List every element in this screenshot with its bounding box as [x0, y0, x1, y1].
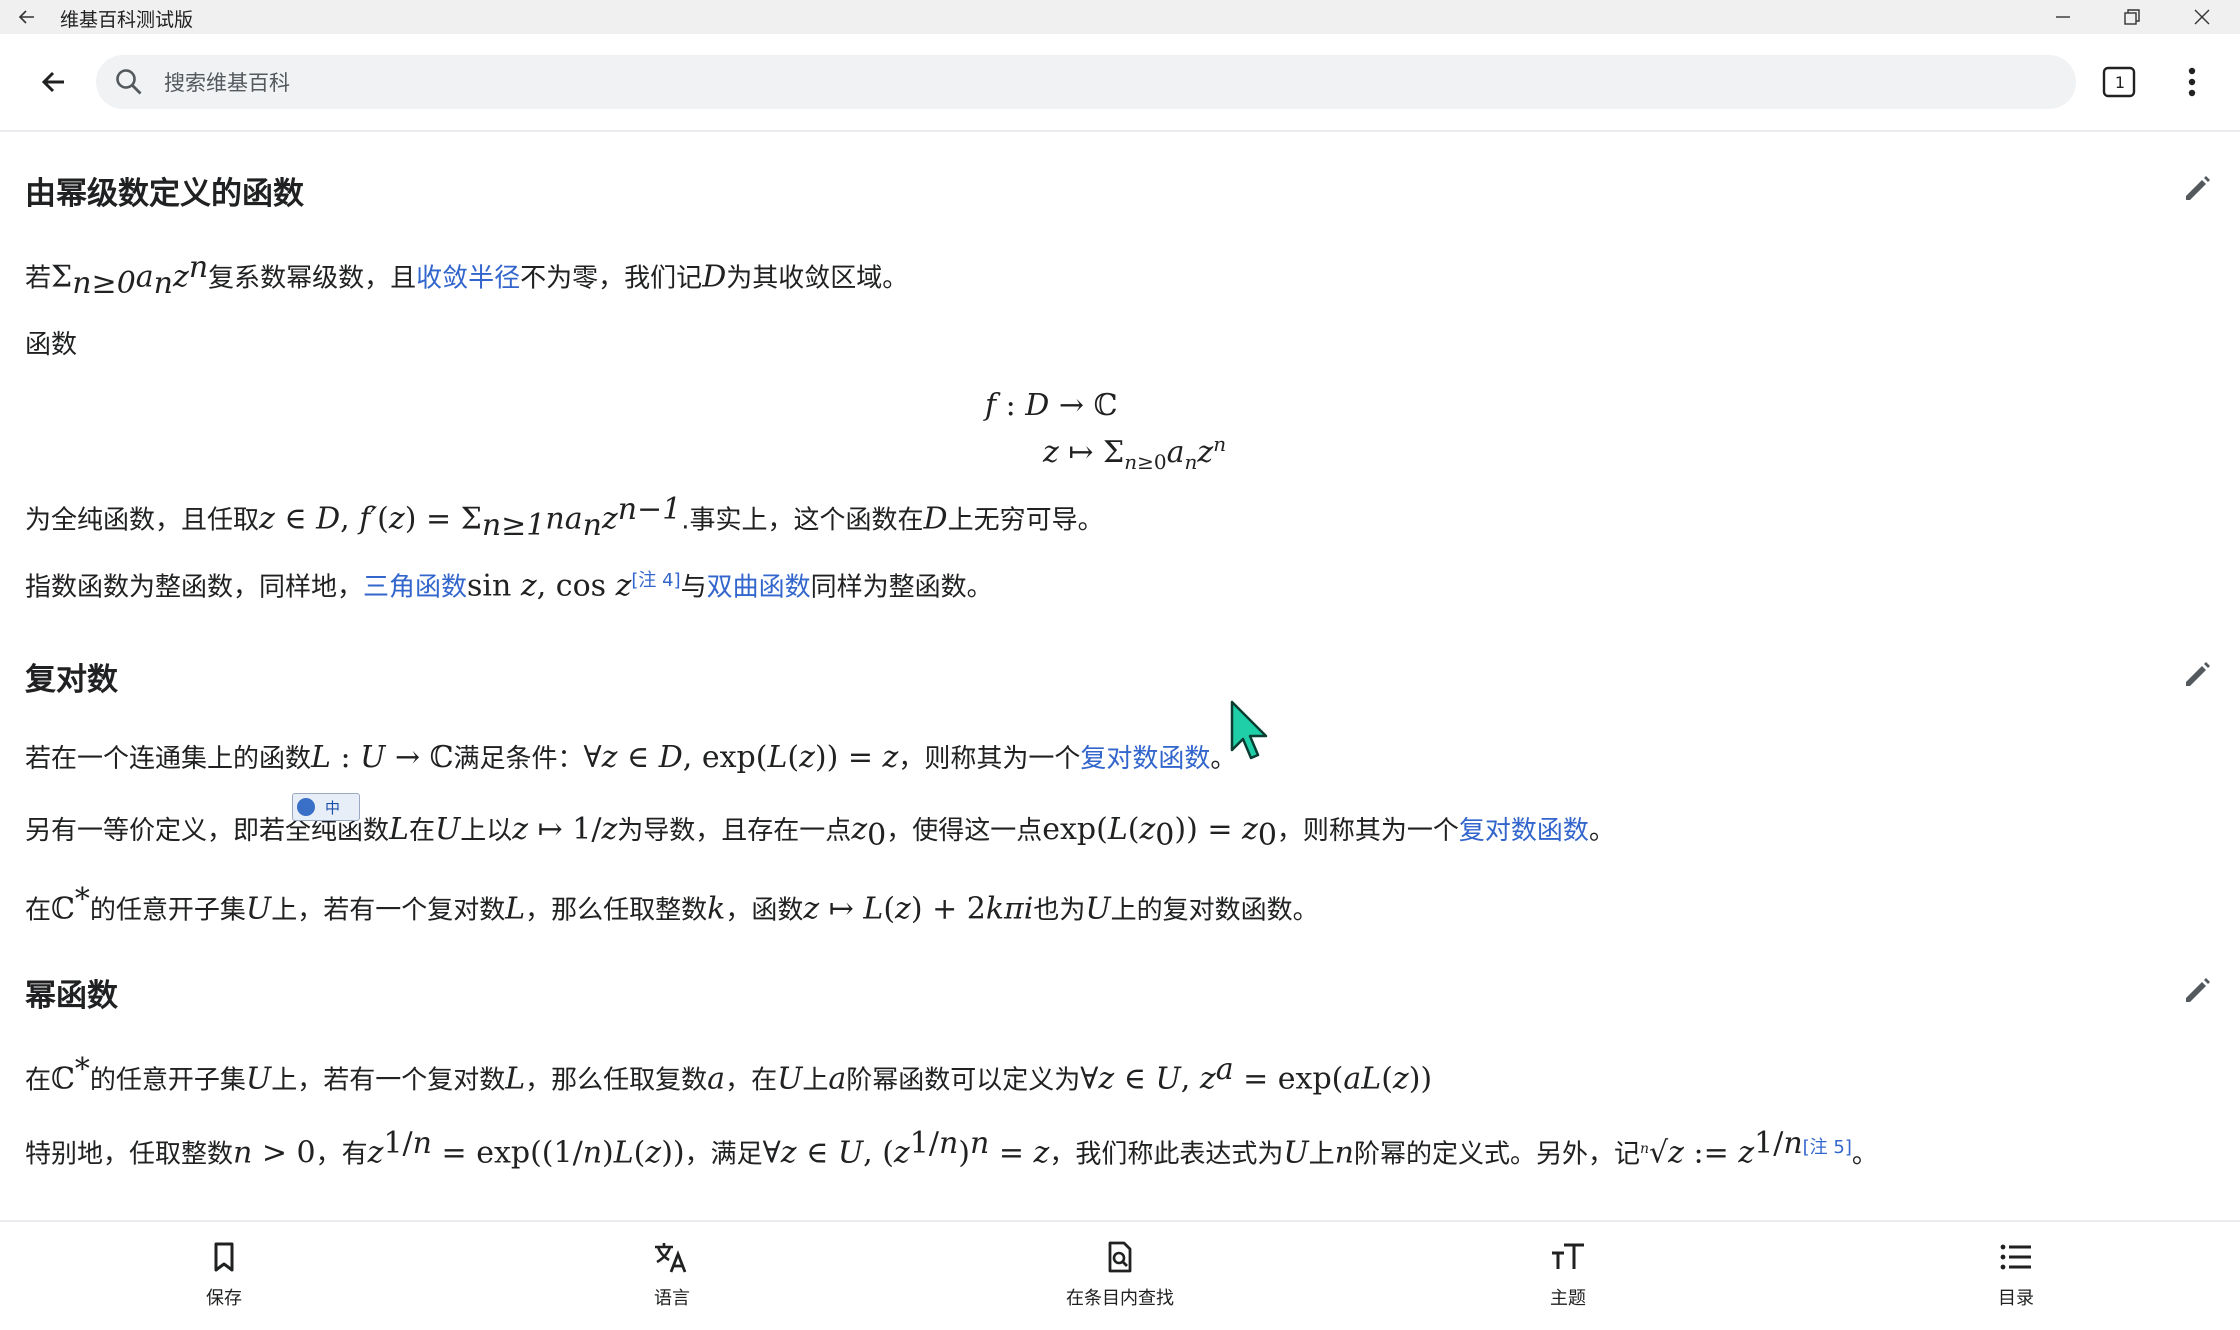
save-label: 保存 — [206, 1288, 242, 1309]
formula-map: f : D → ℂ — [985, 388, 1118, 423]
minimize-button[interactable] — [2033, 0, 2093, 34]
find-in-page-button[interactable]: 在条目内查找 — [1020, 1240, 1220, 1310]
edit-section-icon[interactable] — [2182, 172, 2214, 204]
back-arrow-icon[interactable] — [36, 64, 72, 100]
search-input[interactable] — [162, 63, 2046, 103]
find-in-page-label: 在条目内查找 — [1066, 1288, 1174, 1309]
contents-button[interactable]: 目录 — [1916, 1240, 2116, 1310]
edit-section-icon[interactable] — [2182, 658, 2214, 690]
more-options-icon[interactable] — [2180, 64, 2204, 100]
window-title: 维基百科测试版 — [60, 9, 194, 31]
link-radius-of-convergence[interactable]: 收敛半径 — [416, 264, 520, 294]
window-titlebar: 维基百科测试版 — [0, 0, 2240, 34]
section-heading-power-series: 由幂级数定义的函数 — [25, 176, 304, 212]
titlebar-back-icon[interactable] — [14, 4, 40, 30]
restore-button[interactable] — [2102, 0, 2162, 34]
paragraph: 特别地，任取整数n > 0，有z1/n = exp((1/n)L(z))，满足∀… — [25, 1126, 1878, 1171]
paragraph: 另有一等价定义，即若全纯函数L在U上以z ↦ 1/z为导数，且存在一点z0，使得… — [25, 812, 1615, 854]
paragraph: 若Σn≥0anzn复系数幂级数，且收敛半径不为零，我们记D为其收敛区域。 — [25, 250, 909, 301]
find-in-page-icon — [1108, 1241, 1132, 1273]
tabs-count: 1 — [2114, 73, 2126, 92]
paragraph: 在ℂ*的任意开子集U上，若有一个复对数L，那么任取复数a，在U上a阶幂函数可以定… — [25, 1052, 1433, 1097]
link-trigonometric-functions[interactable]: 三角函数 — [363, 573, 467, 603]
link-hyperbolic-functions[interactable]: 双曲函数 — [707, 573, 811, 603]
app-toolbar: 1 — [0, 34, 2240, 132]
paragraph: 在ℂ*的任意开子集U上，若有一个复对数L，那么任取整数k，函数z ↦ L(z) … — [25, 882, 1319, 927]
close-button[interactable] — [2172, 0, 2232, 34]
paragraph: 指数函数为整函数，同样地，三角函数sin z, cos z[注 4]与双曲函数同… — [25, 568, 993, 604]
language-button[interactable]: 语言 — [572, 1240, 772, 1310]
theme-button[interactable]: 主题 — [1468, 1240, 1668, 1310]
list-icon — [2000, 1244, 2031, 1270]
search-icon — [114, 67, 144, 101]
search-bar[interactable] — [96, 55, 2076, 109]
contents-label: 目录 — [1998, 1288, 2034, 1309]
svg-text:中: 中 — [325, 799, 340, 817]
footnote-ref[interactable]: [注 4] — [631, 570, 680, 591]
footnote-ref[interactable]: [注 5] — [1803, 1137, 1852, 1158]
link-complex-log[interactable]: 复对数函数 — [1080, 744, 1210, 774]
paragraph: 函数 — [25, 330, 78, 360]
mouse-cursor-icon — [1228, 700, 1272, 768]
formula-map: z ↦ Σn≥0anzn — [1043, 432, 1227, 474]
link-complex-log[interactable]: 复对数函数 — [1459, 816, 1589, 846]
paragraph: 为全纯函数，且任取z ∈ D, f′(z) = Σn≥1nanzn−1.事实上，… — [25, 492, 1104, 543]
bottom-navigation: 保存 语言 在条目内查找 主题 目录 — [0, 1220, 2240, 1330]
section-heading-power-function: 幂函数 — [25, 978, 118, 1014]
save-button[interactable]: 保存 — [124, 1240, 324, 1310]
theme-label: 主题 — [1550, 1288, 1586, 1309]
edit-section-icon[interactable] — [2182, 974, 2214, 1006]
translate-icon — [655, 1243, 687, 1273]
bookmark-icon — [214, 1242, 234, 1272]
paragraph: 若在一个连通集上的函数L : U → ℂ满足条件：∀z ∈ D, exp(L(z… — [25, 740, 1237, 775]
text-size-icon — [1552, 1243, 1584, 1269]
ime-indicator[interactable]: 中 — [292, 793, 360, 821]
language-label: 语言 — [654, 1288, 690, 1309]
section-heading-complex-log: 复对数 — [25, 662, 118, 698]
